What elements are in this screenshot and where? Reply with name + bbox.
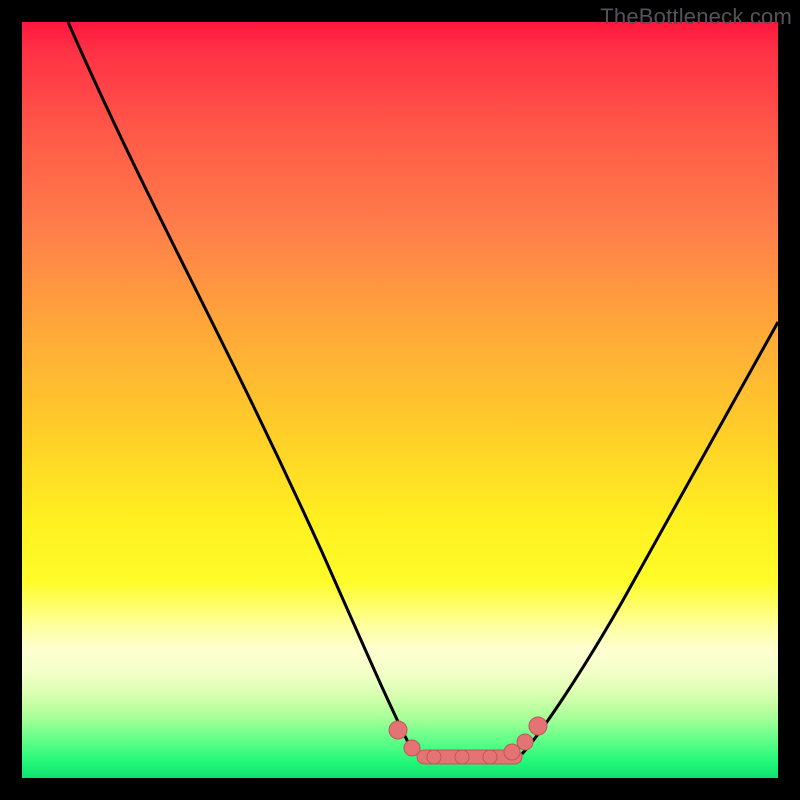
highlight-dot [504, 744, 520, 760]
highlight-dot [404, 740, 420, 756]
highlight-dot [529, 717, 547, 735]
highlight-dot [455, 750, 469, 764]
highlight-dot [427, 750, 441, 764]
plot-area [22, 22, 778, 778]
highlight-dot [389, 721, 407, 739]
watermark: TheBottleneck.com [600, 4, 792, 30]
chart-frame: TheBottleneck.com [0, 0, 800, 800]
left-curve [68, 22, 414, 754]
right-curve [522, 322, 778, 754]
highlight-dot [517, 734, 533, 750]
highlight-dot [483, 750, 497, 764]
curve-layer [22, 22, 778, 778]
